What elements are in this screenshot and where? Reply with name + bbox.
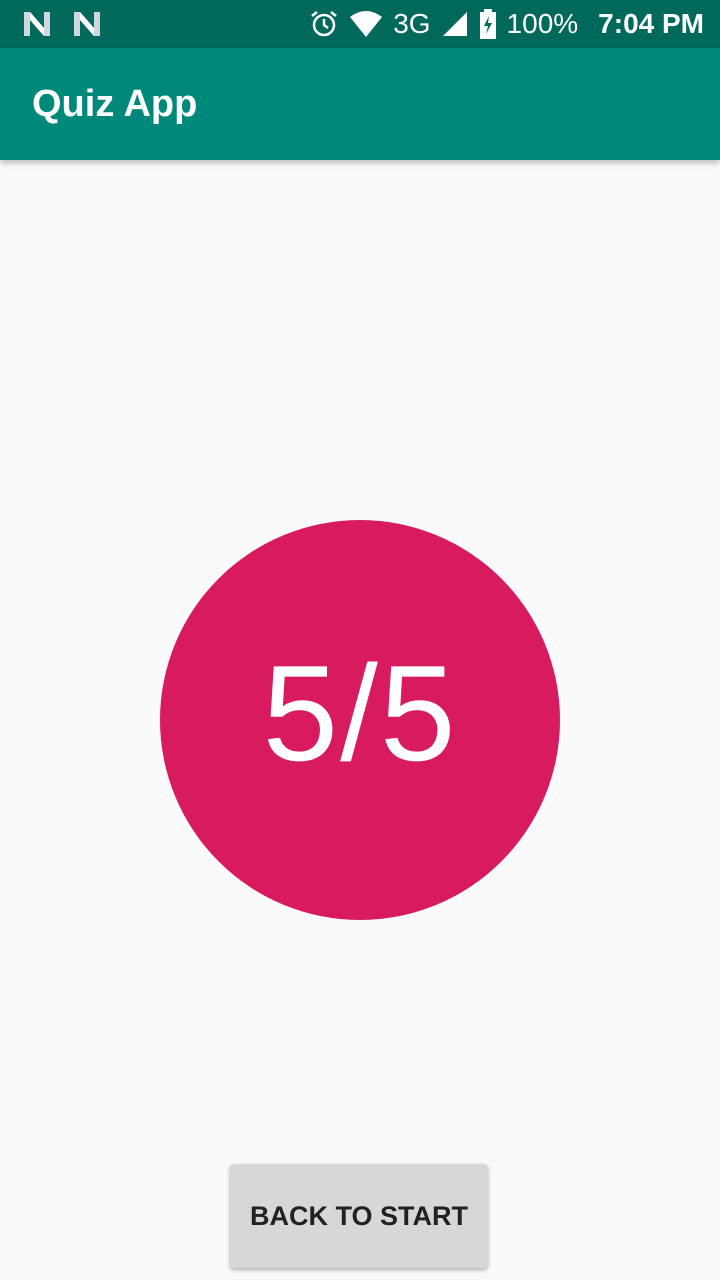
app-title: Quiz App [32, 83, 198, 125]
notification-n-icon [22, 10, 52, 38]
cell-signal-icon [441, 10, 469, 38]
status-indicators: 3G 100% 7:04 PM [309, 6, 704, 42]
back-to-start-button[interactable]: BACK TO START [230, 1164, 488, 1268]
quiz-result-screen: 3G 100% 7:04 PM Quiz App 5/5 BACK TO STA… [0, 0, 720, 1280]
status-notifications [22, 10, 102, 38]
app-bar: Quiz App [0, 48, 720, 160]
score-circle: 5/5 [160, 520, 560, 920]
alarm-icon [309, 9, 339, 39]
clock: 7:04 PM [598, 8, 704, 39]
wifi-icon [349, 10, 383, 38]
battery-charging-icon [479, 9, 497, 39]
status-bar: 3G 100% 7:04 PM [0, 0, 720, 48]
network-type-label: 3G [393, 8, 431, 39]
notification-n-icon [72, 10, 102, 38]
battery-percentage: 100% [506, 8, 579, 39]
score-text: 5/5 [262, 637, 458, 789]
